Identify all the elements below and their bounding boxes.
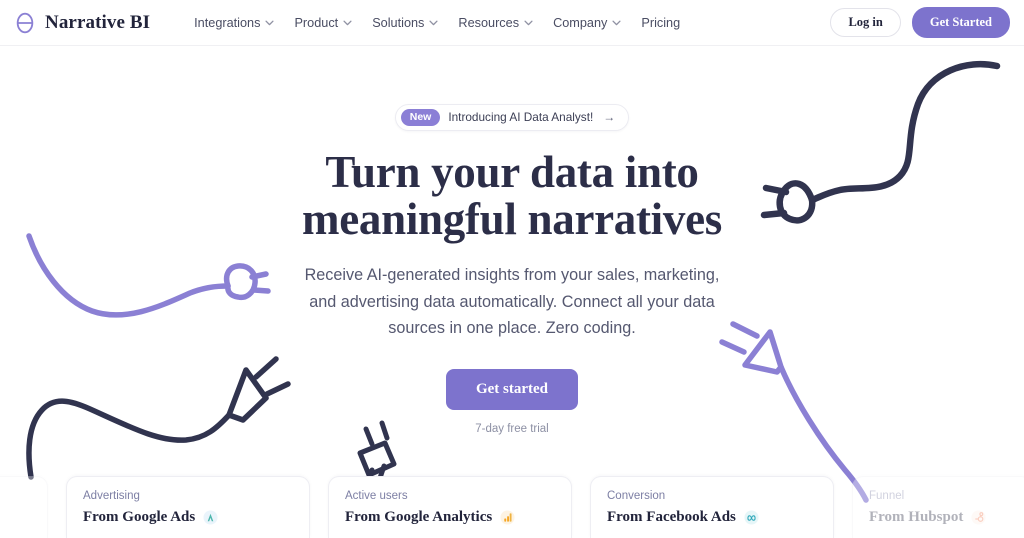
chevron-down-icon [343,20,352,25]
header-actions: Log in Get Started [830,7,1010,38]
google-ads-icon [203,510,218,525]
chevron-down-icon [524,20,533,25]
integration-card-facebook-ads[interactable]: Conversion From Facebook Ads [590,476,834,538]
brand-logo-link[interactable]: Narrative BI [14,12,150,34]
nav-item-pricing-label: Pricing [641,15,681,30]
headline-line-1: Turn your data into [325,146,699,197]
nav-item-resources[interactable]: Resources [448,10,543,36]
hubspot-icon [971,510,986,525]
chevron-down-icon [265,20,275,25]
login-button[interactable]: Log in [830,8,901,37]
nav-item-integrations-label: Integrations [194,15,261,30]
chevron-down-icon [429,20,438,25]
page-title: Turn your data into meaningful narrative… [302,146,722,245]
nav-item-integrations[interactable]: Integrations [184,10,284,36]
integration-card-label: Active users [345,490,408,502]
nav-item-solutions[interactable]: Solutions [362,10,448,36]
plug-illustration-left-purple [26,233,271,318]
nav-item-product-label: Product [294,15,339,30]
free-trial-note: 7-day free trial [475,422,549,435]
integration-card-label: Conversion [607,490,666,502]
integration-card-google-analytics[interactable]: Active users From Google Analytics [328,476,572,538]
integration-cards-strip: Advertising From Google Ads Active users… [0,476,1024,538]
plug-illustration-right-purple [719,321,869,503]
plug-illustration-top-right [760,60,1001,224]
nav-item-pricing[interactable]: Pricing [631,10,690,36]
nav-item-resources-label: Resources [458,15,520,30]
plug-illustration-lower-left-dark [26,356,291,480]
integration-card-title-row: From Facebook Ads [607,508,817,526]
integration-card-title-row: From Google Ads [83,508,293,526]
integration-card-title-row: From Google Analytics [345,508,555,526]
integration-card-hubspot[interactable]: Funnel From Hubspot [852,476,1024,538]
brand-name: Narrative BI [45,11,151,33]
integration-card-title: From Hubspot [869,509,964,526]
integration-card-google-ads[interactable]: Advertising From Google Ads [66,476,310,538]
main-navigation: Integrations Product Solutions Resources [184,10,690,36]
landing-page: Narrative BI Integrations Product Soluti… [0,0,1024,538]
announcement-new-badge: New [400,109,441,126]
integration-card-partial-left[interactable] [0,476,48,538]
narrative-bi-theta-logo-icon [16,12,34,33]
nav-item-company-label: Company [553,15,608,30]
arrow-right-icon: → [603,110,616,125]
announcement-pill[interactable]: New Introducing AI Data Analyst! → [394,104,630,131]
headline-line-2: meaningful narratives [302,194,722,245]
integration-card-title: From Google Analytics [345,509,493,526]
integration-card-title-row: From Hubspot [869,508,1015,526]
hero-subtitle: Receive AI-generated insights from your … [304,266,720,337]
integration-card-title: From Google Ads [83,509,196,526]
google-analytics-icon [500,510,515,525]
announcement-text: Introducing AI Data Analyst! [448,110,594,125]
hero-section: New Introducing AI Data Analyst! → Turn … [0,46,1024,435]
nav-item-solutions-label: Solutions [372,15,425,30]
site-header: Narrative BI Integrations Product Soluti… [0,0,1024,46]
hero-get-started-button[interactable]: Get started [445,369,579,410]
chevron-down-icon [612,20,621,25]
integration-card-title: From Facebook Ads [607,509,736,526]
header-get-started-button[interactable]: Get Started [911,7,1010,38]
integration-card-label: Advertising [83,490,140,502]
facebook-ads-icon [744,510,759,525]
nav-item-company[interactable]: Company [543,10,631,36]
integration-card-label: Funnel [869,490,905,502]
nav-item-product[interactable]: Product [284,10,362,36]
